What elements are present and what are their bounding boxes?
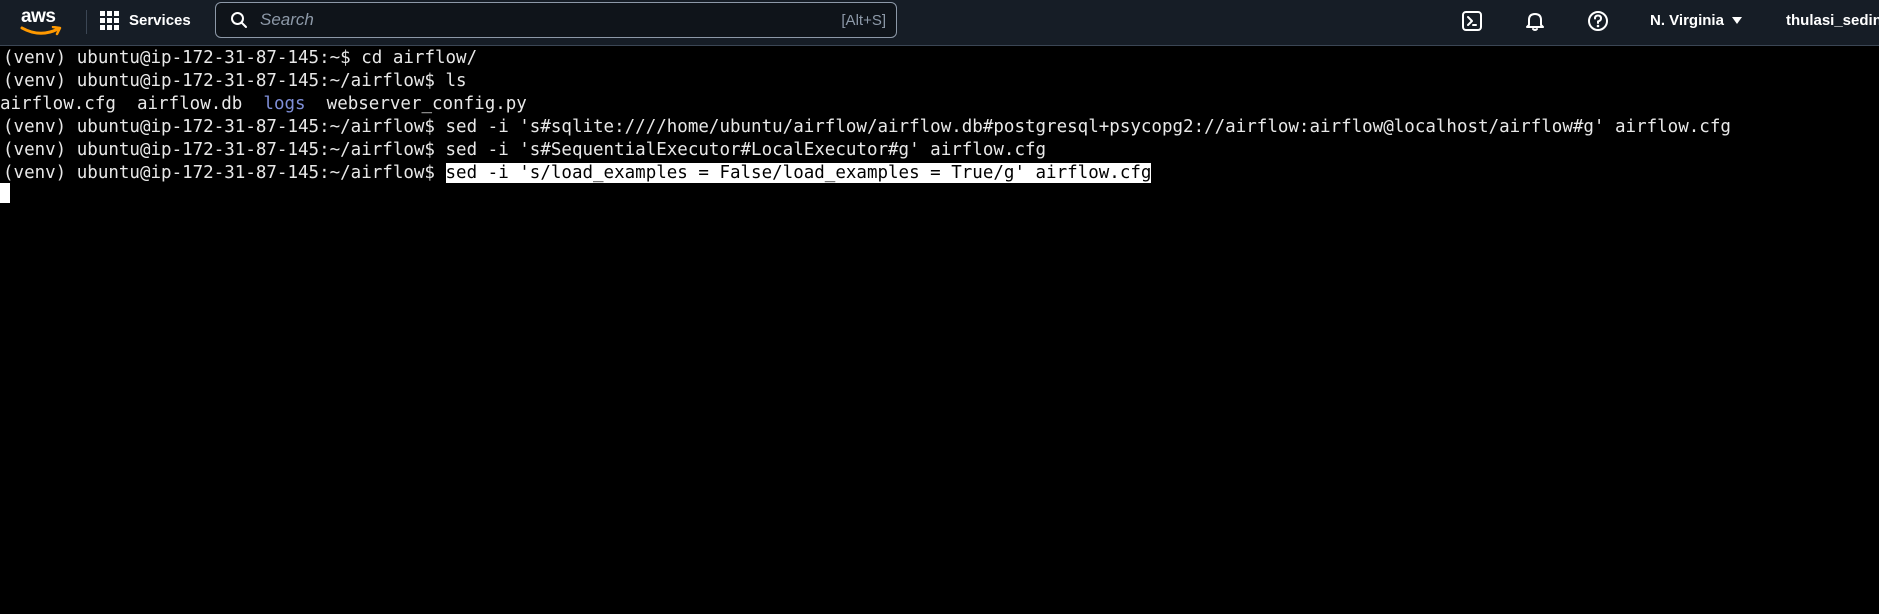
- aws-smile-logo: [20, 26, 62, 36]
- terminal-cursor: [0, 183, 10, 203]
- caret-down-icon: [1731, 16, 1742, 24]
- terminal-prompt: (venv) ubuntu@ip-172-31-87-145:~$: [3, 48, 362, 68]
- aws-logo[interactable]: aws: [20, 4, 64, 40]
- ls-file: airflow.db: [136, 94, 243, 114]
- account-name: thulasi_sedin: [1786, 11, 1879, 29]
- ls-file: webserver_config.py: [326, 94, 527, 114]
- aws-console-navbar: aws Services [Alt+S]: [0, 0, 1879, 46]
- terminal-line: (venv) ubuntu@ip-172-31-87-145:~/airflow…: [3, 139, 1046, 162]
- cloudshell-button[interactable]: [1460, 9, 1484, 33]
- ls-file: airflow.cfg: [0, 94, 116, 114]
- bell-icon: [1526, 13, 1544, 31]
- help-button[interactable]: [1586, 9, 1610, 33]
- terminal-prompt: (venv) ubuntu@ip-172-31-87-145:~/airflow…: [3, 163, 446, 183]
- terminal-line: (venv) ubuntu@ip-172-31-87-145:~$ cd air…: [3, 47, 477, 70]
- ls-output-line: airflow.cfg airflow.db logs webserver_co…: [0, 93, 527, 116]
- ls-directory: logs: [263, 94, 306, 114]
- cloudshell-icon: [1462, 11, 1482, 31]
- terminal-prompt: (venv) ubuntu@ip-172-31-87-145:~/airflow…: [3, 71, 446, 91]
- grid-icon: [100, 10, 119, 30]
- terminal-window[interactable]: (venv) ubuntu@ip-172-31-87-145:~$ cd air…: [0, 46, 1879, 614]
- search-input[interactable]: [260, 10, 842, 30]
- search-bar[interactable]: [Alt+S]: [215, 2, 897, 38]
- notifications-button[interactable]: [1523, 9, 1547, 33]
- search-shortcut-hint: [Alt+S]: [841, 11, 886, 29]
- aws-logo-text: aws: [21, 6, 56, 27]
- services-menu-button[interactable]: Services: [100, 0, 191, 40]
- terminal-command: ls: [445, 71, 467, 91]
- terminal-prompt: (venv) ubuntu@ip-172-31-87-145:~/airflow…: [3, 117, 446, 137]
- terminal-selected-command: sed -i 's/load_examples = False/load_exa…: [445, 163, 1152, 183]
- terminal-command: sed -i 's#SequentialExecutor#LocalExecut…: [445, 140, 1047, 160]
- search-icon: [231, 12, 247, 28]
- region-selector[interactable]: N. Virginia: [1650, 0, 1742, 40]
- terminal-line: (venv) ubuntu@ip-172-31-87-145:~/airflow…: [3, 116, 1731, 139]
- terminal-command: sed -i 's#sqlite:////home/ubuntu/airflow…: [445, 117, 1731, 137]
- terminal-prompt: (venv) ubuntu@ip-172-31-87-145:~/airflow…: [3, 140, 446, 160]
- navbar-divider: [86, 10, 87, 34]
- terminal-line: (venv) ubuntu@ip-172-31-87-145:~/airflow…: [3, 162, 1152, 185]
- help-icon: [1588, 11, 1608, 31]
- region-label: N. Virginia: [1650, 11, 1724, 29]
- terminal-command: cd airflow/: [361, 48, 478, 68]
- terminal-line: (venv) ubuntu@ip-172-31-87-145:~/airflow…: [3, 70, 467, 93]
- account-menu[interactable]: thulasi_sedin: [1786, 0, 1879, 40]
- services-label: Services: [129, 11, 191, 29]
